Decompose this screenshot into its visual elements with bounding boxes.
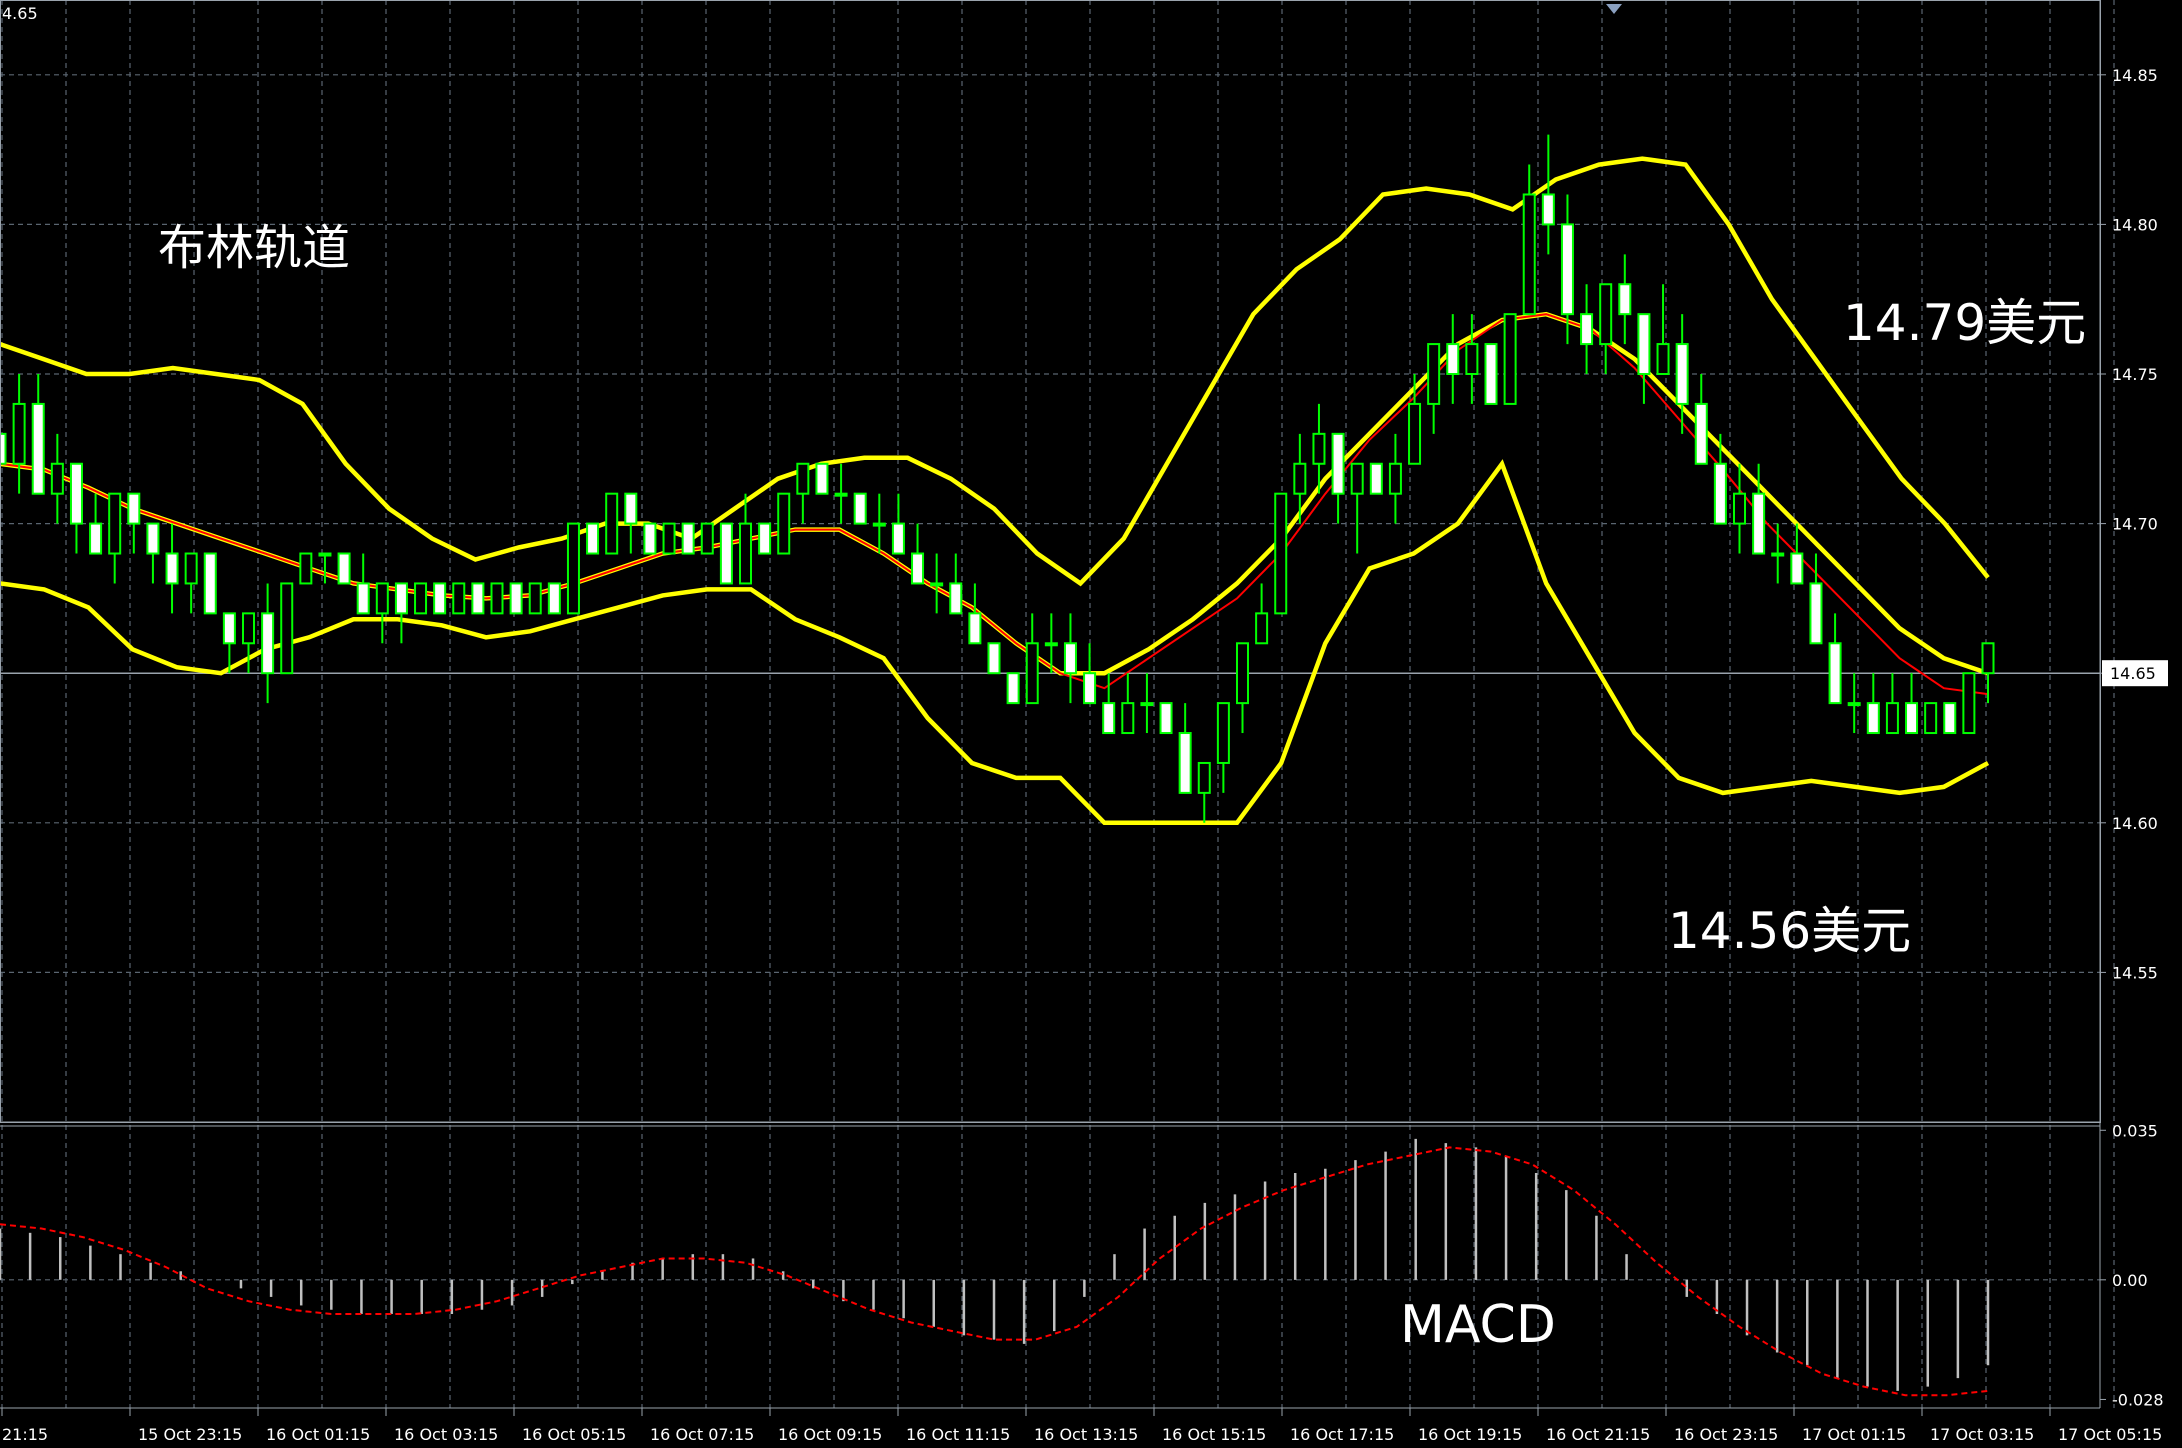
- candle: [547, 582, 561, 615]
- candle: [1962, 672, 1976, 735]
- lower-target-annotation: 14.56美元: [1668, 902, 1911, 960]
- top-corner-price: 4.65: [2, 4, 38, 23]
- price-tick-label: 14.60: [2112, 814, 2158, 833]
- forex-chart[interactable]: 14.8514.8014.7514.7014.6514.6014.5514.65…: [0, 0, 2182, 1448]
- time-tick-label: 17 Oct 01:15: [1802, 1425, 1906, 1444]
- macd-annotation: MACD: [1400, 1295, 1556, 1355]
- chart-title-annotation: 布林轨道: [158, 220, 350, 276]
- candle: [815, 462, 829, 495]
- time-tick-label: 16 Oct 21:15: [1546, 1425, 1650, 1444]
- macd-tick-label: 0.00: [2112, 1271, 2148, 1290]
- candle: [528, 582, 542, 615]
- candle: [280, 582, 294, 675]
- candle: [1369, 462, 1383, 495]
- candle: [987, 642, 1001, 675]
- candle: [681, 522, 695, 555]
- candle: [1484, 343, 1498, 405]
- time-tick-label: 16 Oct 03:15: [394, 1425, 498, 1444]
- candle: [777, 492, 791, 555]
- time-tick-label: 16 Oct 23:15: [1674, 1425, 1778, 1444]
- candle: [662, 522, 676, 555]
- candle: [1006, 672, 1020, 705]
- candle: [203, 552, 217, 615]
- price-tick-label: 14.55: [2112, 963, 2158, 982]
- time-tick-label: 16 Oct 17:15: [1290, 1425, 1394, 1444]
- candle: [433, 582, 447, 615]
- candle: [566, 522, 580, 615]
- candle: [1924, 702, 1938, 735]
- candle: [700, 522, 714, 555]
- time-tick-label: 21:15: [2, 1425, 48, 1444]
- time-tick-label: 15 Oct 23:15: [138, 1425, 242, 1444]
- candle: [1159, 702, 1173, 735]
- time-tick-label: 17 Oct 05:15: [2058, 1425, 2162, 1444]
- candle: [719, 522, 733, 585]
- time-tick-label: 16 Oct 09:15: [778, 1425, 882, 1444]
- candle: [471, 582, 485, 615]
- candle: [414, 582, 428, 615]
- price-tick-label: 14.80: [2112, 215, 2158, 234]
- time-tick-label: 16 Oct 19:15: [1418, 1425, 1522, 1444]
- candle: [586, 522, 600, 555]
- candle: [758, 522, 772, 555]
- time-tick-label: 16 Oct 01:15: [266, 1425, 370, 1444]
- price-tick-label: 14.75: [2112, 365, 2158, 384]
- candle: [452, 582, 466, 615]
- candle: [337, 552, 351, 585]
- price-tick-label: 14.70: [2112, 515, 2158, 534]
- price-tick-label: 14.85: [2112, 66, 2158, 85]
- candle: [509, 582, 523, 615]
- candle: [853, 492, 867, 525]
- time-tick-label: 16 Oct 05:15: [522, 1425, 626, 1444]
- time-tick-label: 16 Oct 13:15: [1034, 1425, 1138, 1444]
- candle: [605, 492, 619, 555]
- candle: [1943, 702, 1957, 735]
- candle: [1274, 492, 1288, 615]
- macd-tick-label: 0.035: [2112, 1121, 2158, 1140]
- candle: [490, 582, 504, 615]
- candle: [299, 552, 313, 585]
- time-tick-label: 16 Oct 15:15: [1162, 1425, 1266, 1444]
- candle: [643, 522, 657, 555]
- time-tick-label: 16 Oct 07:15: [650, 1425, 754, 1444]
- time-tick-label: 17 Oct 03:15: [1930, 1425, 2034, 1444]
- current-price-label: 14.65: [2110, 664, 2156, 683]
- macd-tick-label: -0.028: [2112, 1390, 2164, 1409]
- upper-target-annotation: 14.79美元: [1843, 294, 2086, 352]
- time-tick-label: 16 Oct 11:15: [906, 1425, 1010, 1444]
- candle: [1503, 313, 1517, 405]
